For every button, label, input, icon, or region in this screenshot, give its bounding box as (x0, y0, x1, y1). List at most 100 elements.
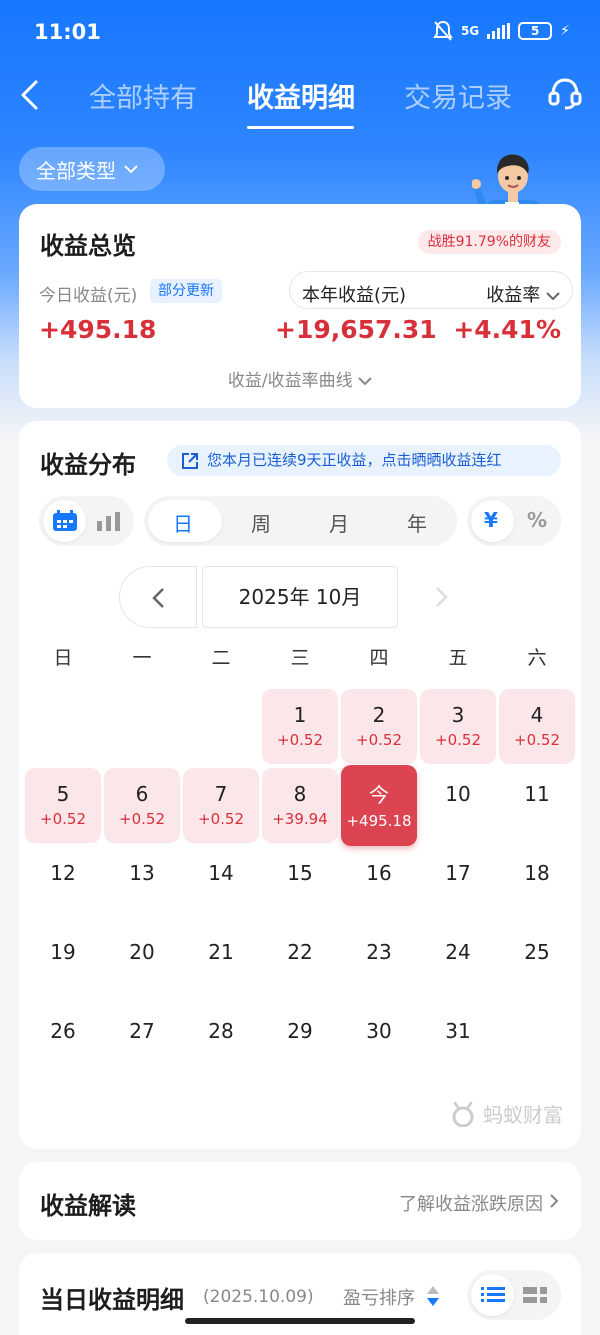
distribution-title: 收益分布 (40, 451, 136, 479)
weekday-wed: 三 (290, 647, 310, 669)
calendar-day[interactable]: 7 +0.52 (183, 768, 259, 843)
weekday-fri: 五 (448, 647, 468, 669)
calendar-day[interactable]: 11 (499, 768, 575, 843)
calendar-day[interactable]: 14 (183, 847, 259, 922)
earnings-distribution-card: 收益分布 您本月已连续9天正收益，点击晒晒收益连红 日 周 月 年 ¥ % 20… (19, 421, 581, 1149)
calendar-day-number: 18 (524, 861, 550, 885)
calendar-day-number: 31 (445, 1019, 471, 1043)
calendar-day-earning: +0.52 (277, 731, 323, 749)
unit-yuan[interactable]: ¥ (484, 508, 498, 532)
ant-fortune-watermark: 蚂蚁财富 (449, 1099, 563, 1128)
calendar-day[interactable]: 19 (25, 926, 101, 1001)
calendar-day-number: 25 (524, 940, 550, 964)
calendar-day[interactable]: 27 (104, 1005, 180, 1080)
calendar-day-number: 6 (135, 782, 149, 806)
profit-sort-button[interactable]: 盈亏排序 (343, 1284, 415, 1310)
type-filter-dropdown[interactable]: 全部类型 (19, 147, 165, 191)
mute-bell-icon (433, 20, 453, 41)
calendar-day[interactable]: 21 (183, 926, 259, 1001)
next-month-button[interactable] (403, 566, 481, 628)
top-nav: 全部持有 收益明细 交易记录 (0, 64, 600, 134)
calendar-day-earning: +0.52 (40, 810, 86, 828)
calendar-day-number: 15 (287, 861, 313, 885)
calendar-day[interactable]: 22 (262, 926, 338, 1001)
calendar-day[interactable]: 8 +39.94 (262, 768, 338, 843)
bar-chart-icon[interactable] (96, 511, 122, 531)
calendar-day[interactable]: 25 (499, 926, 575, 1001)
share-icon (182, 453, 198, 469)
interpretation-link[interactable]: 了解收益涨跌原因 (399, 1190, 543, 1216)
period-week[interactable]: 周 (251, 508, 271, 537)
calendar-day-number: 13 (129, 861, 155, 885)
active-tab-indicator (247, 126, 354, 129)
calendar-day[interactable]: 12 (25, 847, 101, 922)
calendar-day[interactable]: 20 (104, 926, 180, 1001)
streak-banner[interactable]: 您本月已连续9天正收益，点击晒晒收益连红 (167, 445, 561, 476)
list-view-button[interactable] (471, 1274, 514, 1316)
calendar-day[interactable]: 1 +0.52 (262, 689, 338, 764)
rate-label[interactable]: 收益率 (486, 281, 560, 307)
calendar-day-number: 20 (129, 940, 155, 964)
calendar-day[interactable]: 24 (420, 926, 496, 1001)
card-view-icon[interactable] (523, 1286, 547, 1304)
calendar-day-number: 3 (451, 703, 465, 727)
win-rate-badge[interactable]: 战胜91.79%的财友 (417, 230, 561, 254)
calendar-day[interactable]: 18 (499, 847, 575, 922)
prev-month-button[interactable] (119, 566, 197, 628)
calendar-day[interactable]: 29 (262, 1005, 338, 1080)
tab-all-holdings[interactable]: 全部持有 (89, 76, 197, 115)
calendar-day[interactable]: 26 (25, 1005, 101, 1080)
calendar-day[interactable]: 5 +0.52 (25, 768, 101, 843)
calendar-day[interactable]: 10 (420, 768, 496, 843)
calendar-day-number: 14 (208, 861, 234, 885)
calendar-view-button[interactable] (43, 500, 86, 542)
calendar-day[interactable]: 2 +0.52 (341, 689, 417, 764)
calendar-day[interactable]: 16 (341, 847, 417, 922)
home-indicator (185, 1318, 415, 1324)
tab-trade-records[interactable]: 交易记录 (404, 76, 512, 115)
streak-text: 您本月已连续9天正收益，点击晒晒收益连红 (207, 451, 502, 469)
year-rate-selector[interactable]: 本年收益(元) 收益率 (289, 271, 573, 309)
chevron-down-icon (546, 292, 560, 301)
calendar-day[interactable]: 30 (341, 1005, 417, 1080)
period-year[interactable]: 年 (407, 508, 427, 537)
weekday-thu: 四 (369, 647, 389, 669)
charging-icon: ⚡ (560, 23, 570, 39)
overview-title: 收益总览 (40, 232, 136, 260)
calendar-day[interactable]: 6 +0.52 (104, 768, 180, 843)
calendar-day-number: 4 (530, 703, 544, 727)
rate-value: +4.41% (453, 315, 561, 344)
calendar-day-earning: +39.94 (272, 810, 328, 828)
calendar-day-number: 5 (56, 782, 70, 806)
calendar-day[interactable]: 17 (420, 847, 496, 922)
calendar-day-number: 19 (50, 940, 76, 964)
back-arrow-icon[interactable] (16, 78, 46, 112)
calendar-icon (53, 510, 77, 531)
layout-toggle (467, 1270, 561, 1320)
customer-service-icon[interactable] (548, 76, 582, 110)
calendar-day-today[interactable]: 今 +495.18 (341, 765, 417, 846)
tab-earnings-detail[interactable]: 收益明细 (247, 76, 355, 115)
calendar-day[interactable]: 3 +0.52 (420, 689, 496, 764)
sort-icon[interactable] (426, 1285, 440, 1307)
calendar-day-earning: +0.52 (198, 810, 244, 828)
period-month[interactable]: 月 (329, 508, 349, 537)
earnings-curve-link[interactable]: 收益/收益率曲线 (19, 366, 581, 391)
calendar-day[interactable]: 15 (262, 847, 338, 922)
calendar-day[interactable]: 23 (341, 926, 417, 1001)
calendar-day-number: 27 (129, 1019, 155, 1043)
chevron-down-icon (358, 377, 372, 386)
unit-percent[interactable]: % (527, 508, 547, 532)
calendar-day[interactable]: 28 (183, 1005, 259, 1080)
period-day[interactable]: 日 (173, 508, 193, 537)
calendar-day-number: 11 (524, 782, 550, 806)
calendar-day[interactable]: 13 (104, 847, 180, 922)
calendar-day[interactable]: 4 +0.52 (499, 689, 575, 764)
earnings-overview-card: 收益总览 战胜91.79%的财友 今日收益(元) 部分更新 本年收益(元) 收益… (19, 204, 581, 408)
calendar-day-number: 26 (50, 1019, 76, 1043)
calendar-day-earning: +0.52 (514, 731, 560, 749)
chevron-right-icon (550, 1194, 559, 1208)
earnings-interpretation-card[interactable]: 收益解读 了解收益涨跌原因 (19, 1162, 581, 1240)
calendar-day[interactable]: 31 (420, 1005, 496, 1080)
ant-logo-icon (452, 1101, 474, 1127)
